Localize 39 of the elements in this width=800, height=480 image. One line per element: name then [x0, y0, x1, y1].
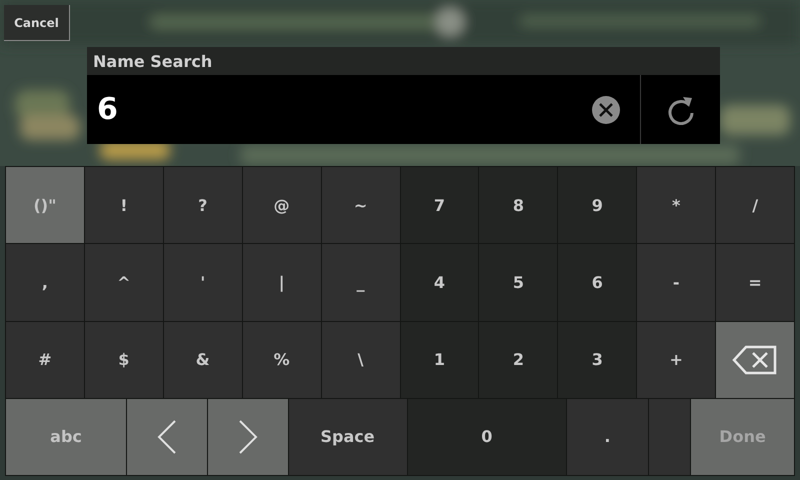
key[interactable]: / — [716, 167, 794, 244]
backspace-button[interactable] — [716, 322, 794, 398]
key[interactable]: 6 — [558, 244, 636, 320]
backspace-icon — [732, 344, 778, 376]
key[interactable]: 3 — [558, 322, 636, 398]
cancel-button[interactable]: Cancel — [4, 5, 70, 41]
key[interactable]: Space — [288, 398, 407, 475]
key[interactable]: * — [637, 167, 716, 244]
key[interactable]: 1 — [400, 322, 478, 398]
key[interactable]: 4 — [400, 244, 478, 320]
key[interactable]: 9 — [558, 167, 636, 244]
refresh-icon — [666, 94, 694, 124]
panel-title: Name Search — [93, 52, 212, 70]
key[interactable]: ! — [84, 167, 163, 244]
key[interactable]: _ — [322, 244, 400, 320]
key[interactable]: 7 — [400, 167, 478, 244]
key[interactable]: 0 — [408, 398, 566, 475]
key[interactable]: $ — [84, 322, 163, 398]
key[interactable]: ^ — [84, 244, 163, 320]
key[interactable]: & — [164, 322, 242, 398]
key[interactable]: - — [637, 244, 716, 320]
key[interactable]: , — [6, 244, 84, 320]
chevron-left-icon — [156, 418, 177, 455]
key[interactable]: | — [242, 244, 321, 320]
key[interactable]: ? — [164, 167, 242, 244]
key[interactable]: . — [567, 398, 648, 475]
key[interactable]: = — [716, 244, 794, 320]
key[interactable]: + — [637, 322, 716, 398]
clear-icon[interactable] — [592, 96, 620, 124]
key[interactable]: 2 — [479, 322, 558, 398]
key[interactable]: 5 — [479, 244, 558, 320]
key[interactable]: \ — [322, 322, 400, 398]
key[interactable]: # — [6, 322, 84, 398]
key[interactable]: ~ — [322, 167, 400, 244]
key[interactable]: @ — [242, 167, 321, 244]
chevron-right-icon — [238, 418, 258, 455]
key[interactable]: % — [242, 322, 321, 398]
key[interactable]: 8 — [479, 167, 558, 244]
key[interactable]: ' — [164, 244, 242, 320]
